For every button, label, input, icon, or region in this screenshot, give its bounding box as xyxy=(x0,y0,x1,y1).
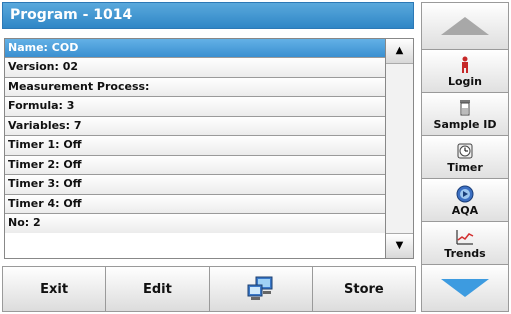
side-toolbar: Login Sample ID Timer AQA Trends xyxy=(421,2,509,312)
chevron-down-icon xyxy=(441,279,489,297)
triangle-up-icon: ▲ xyxy=(395,45,404,56)
edit-button[interactable]: Edit xyxy=(105,266,210,312)
list-scrollbar[interactable]: ▲ ▼ xyxy=(386,38,414,259)
nav-down-button[interactable] xyxy=(421,264,509,312)
person-icon xyxy=(459,55,471,75)
aqa-label: AQA xyxy=(451,203,479,217)
list-item-timer-3[interactable]: Timer 3: Off xyxy=(5,175,385,195)
list-item-name[interactable]: Name: COD xyxy=(5,39,385,59)
list-item-measurement-process[interactable]: Measurement Process: xyxy=(5,77,385,98)
list-item-version[interactable]: Version: 02 xyxy=(5,58,385,78)
sample-container-icon xyxy=(459,98,471,118)
scroll-up-button[interactable]: ▲ xyxy=(386,39,413,64)
timer-label: Timer xyxy=(447,160,483,174)
trend-chart-icon xyxy=(455,227,475,247)
aqa-icon xyxy=(456,184,474,204)
list-item-timer-2[interactable]: Timer 2: Off xyxy=(5,155,385,176)
timer-button[interactable]: Timer xyxy=(421,135,509,179)
list-item-variables[interactable]: Variables: 7 xyxy=(5,116,385,137)
timer-icon xyxy=(456,141,474,161)
bottom-toolbar: Exit Edit Store xyxy=(2,266,416,312)
aqa-button[interactable]: AQA xyxy=(421,178,509,222)
computer-transfer-icon xyxy=(247,276,273,300)
exit-button[interactable]: Exit xyxy=(2,266,107,312)
window-title: Program - 1014 xyxy=(2,2,414,29)
trends-button[interactable]: Trends xyxy=(421,221,509,265)
nav-up-button[interactable] xyxy=(421,2,509,50)
list-item-timer-4[interactable]: Timer 4: Off xyxy=(5,194,385,214)
trends-label: Trends xyxy=(444,246,486,260)
program-properties-list: Name: COD Version: 02 Measurement Proces… xyxy=(4,38,386,259)
login-button[interactable]: Login xyxy=(421,49,509,93)
chevron-up-icon xyxy=(441,17,489,35)
list-item-timer-1[interactable]: Timer 1: Off xyxy=(5,136,385,156)
sample-id-label: Sample ID xyxy=(433,117,497,131)
scroll-down-button[interactable]: ▼ xyxy=(386,233,413,258)
sample-id-button[interactable]: Sample ID xyxy=(421,92,509,136)
list-item-no[interactable]: No: 2 xyxy=(5,213,385,234)
transfer-button[interactable] xyxy=(208,266,313,312)
list-item-formula[interactable]: Formula: 3 xyxy=(5,97,385,117)
triangle-down-icon: ▼ xyxy=(395,240,404,251)
store-button[interactable]: Store xyxy=(311,266,416,312)
login-label: Login xyxy=(447,74,483,88)
